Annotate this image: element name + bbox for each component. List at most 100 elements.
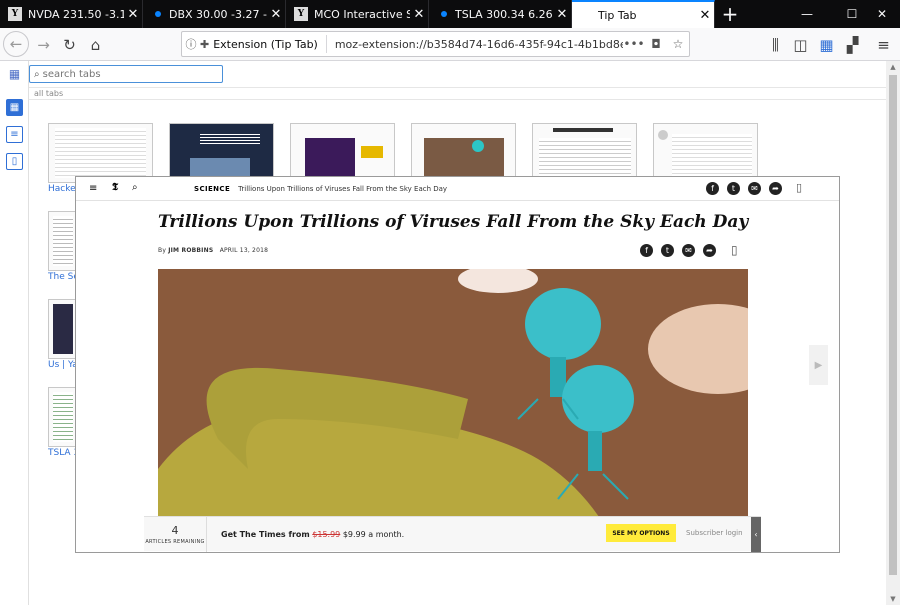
nyt-logo-icon[interactable]: 𝕿	[112, 182, 118, 193]
yahoo-favicon-icon: Y	[8, 7, 22, 21]
byline: By JIM ROBBINS APRIL 13, 2018	[158, 247, 268, 254]
scroll-down-icon[interactable]: ▼	[886, 593, 900, 605]
search-icon: ⌕	[34, 68, 40, 80]
tab-thumbnail[interactable]	[48, 123, 153, 183]
bookmark-star-icon[interactable]: ☆	[667, 37, 689, 51]
address-bar[interactable]: ⓘ ✚ Extension (Tip Tab) moz-extension://…	[181, 31, 690, 57]
close-window-button[interactable]: ✕	[864, 0, 900, 28]
home-button[interactable]: ⌂	[82, 31, 109, 58]
tab-tsla[interactable]: TSLA 300.34 6.26 2.13 ✕	[429, 0, 572, 28]
tab-thumbnail[interactable]	[411, 123, 516, 183]
tab-dbx[interactable]: DBX 30.00 -3.27 -9.83 ✕	[143, 0, 286, 28]
tab-preview[interactable]: ≡ 𝕿 ⌕ SCIENCE Trillions Upon Trillions o…	[75, 176, 840, 553]
save-icon[interactable]: ▯	[796, 181, 802, 194]
close-tab-icon[interactable]: ✕	[696, 8, 714, 23]
puzzle-icon: ✚	[200, 37, 210, 51]
forward-button[interactable]: →	[30, 31, 57, 58]
close-tab-icon[interactable]: ✕	[410, 7, 428, 22]
navigation-toolbar: ← → ↻ ⌂ ⓘ ✚ Extension (Tip Tab) moz-exte…	[0, 28, 900, 61]
search-input[interactable]	[42, 68, 213, 80]
article-date: APRIL 13, 2018	[219, 247, 269, 254]
close-tab-icon[interactable]: ✕	[124, 7, 142, 22]
pocket-icon[interactable]: ◘	[645, 37, 667, 51]
facebook-icon[interactable]: f	[706, 182, 719, 195]
minimize-button[interactable]: —	[789, 0, 825, 28]
twitter-icon[interactable]: t	[727, 182, 740, 195]
list-view-icon[interactable]: ≡	[6, 126, 23, 143]
tab-thumbnail[interactable]	[653, 123, 758, 183]
menu-icon[interactable]: ≡	[870, 31, 897, 58]
tab-nvda[interactable]: Y NVDA 231.50 -3.10 -1 ✕	[0, 0, 143, 28]
page-scrollbar[interactable]: ▲ ▼	[886, 61, 900, 605]
identity-box[interactable]: ✚ Extension (Tip Tab)	[200, 35, 327, 53]
loading-dot-icon	[441, 11, 447, 17]
share-icon[interactable]: ➦	[769, 182, 782, 195]
loading-dot-icon	[155, 11, 161, 17]
next-article-arrow-icon[interactable]: ▶	[809, 345, 828, 385]
see-my-options-button[interactable]: SEE MY OPTIONS	[606, 524, 676, 542]
new-price: $9.99 a month.	[342, 529, 405, 539]
tiptab-favicon-icon	[580, 9, 592, 21]
tab-thumbnail[interactable]	[532, 123, 637, 183]
new-tab-button[interactable]: +	[715, 0, 745, 28]
breadcrumb: all tabs	[29, 87, 886, 100]
thumbnail-label[interactable]: Us | Yah	[48, 360, 78, 370]
tab-title: NVDA 231.50 -3.10 -1	[28, 7, 124, 21]
search-icon[interactable]: ⌕	[132, 182, 138, 193]
close-tab-icon[interactable]: ✕	[553, 7, 571, 22]
articles-label: ARTICLES REMAINING	[145, 538, 205, 545]
share-icon[interactable]: ➦	[703, 244, 716, 257]
tab-title: Tip Tab	[598, 8, 637, 22]
reload-button[interactable]: ↻	[56, 31, 83, 58]
thumbnail-label[interactable]: Hacker	[48, 184, 78, 194]
subscription-offer: Get The Times from $15.99 $9.99 a month.	[221, 530, 404, 539]
articles-count: 4	[171, 523, 179, 537]
scrollbar-thumb[interactable]	[889, 75, 897, 575]
thumbnail-label[interactable]: TSLA 30	[48, 448, 78, 458]
header-headline: Trillions Upon Trillions of Viruses Fall…	[238, 184, 448, 193]
tab-thumbnail[interactable]	[169, 123, 274, 183]
subscriber-login-link[interactable]: Subscriber login	[686, 529, 743, 537]
library-icon[interactable]: ⫼	[762, 31, 789, 58]
sidebar-toggle-icon[interactable]: ◫	[787, 31, 814, 58]
tab-thumbnail[interactable]	[290, 123, 395, 183]
grid-view-icon[interactable]: ▦	[6, 99, 23, 116]
yahoo-favicon-icon: Y	[294, 7, 308, 21]
tab-thumbnail[interactable]	[48, 387, 78, 447]
page-actions-icon[interactable]: •••	[623, 37, 645, 51]
email-icon[interactable]: ✉	[682, 244, 695, 257]
url-text[interactable]: moz-extension://b3584d74-16d6-435f-94c1-…	[327, 38, 623, 51]
extensions-icon[interactable]: ▞	[839, 31, 866, 58]
collapse-chevron-icon[interactable]: ‹	[751, 517, 761, 552]
identity-label: Extension (Tip Tab)	[213, 37, 318, 51]
tiptab-logo-icon: ▦	[8, 66, 21, 81]
tab-thumbnail[interactable]	[48, 299, 78, 359]
search-box[interactable]: ⌕	[29, 65, 223, 83]
thumbnail-label[interactable]: The Sec	[48, 272, 78, 282]
article-headline: Trillions Upon Trillions of Viruses Fall…	[158, 212, 749, 232]
tab-title: TSLA 300.34 6.26 2.13	[455, 7, 553, 21]
menu-icon[interactable]: ≡	[89, 183, 97, 194]
nyt-header: ≡ 𝕿 ⌕ SCIENCE Trillions Upon Trillions o…	[76, 177, 839, 201]
tab-thumbnail[interactable]	[48, 211, 78, 271]
articles-remaining: 4 ARTICLES REMAINING	[144, 516, 207, 552]
back-button[interactable]: ←	[3, 31, 29, 57]
tab-tip-tab[interactable]: Tip Tab ✕	[572, 0, 715, 28]
bookmarks-view-icon[interactable]: ▯	[6, 153, 23, 170]
tab-title: MCO Interactive Stock	[314, 7, 410, 21]
author-name[interactable]: JIM ROBBINS	[168, 247, 213, 254]
old-price: $15.99	[312, 529, 341, 539]
close-tab-icon[interactable]: ✕	[267, 7, 285, 22]
scroll-up-icon[interactable]: ▲	[886, 61, 900, 73]
tab-mco[interactable]: Y MCO Interactive Stock ✕	[286, 0, 429, 28]
facebook-icon[interactable]: f	[640, 244, 653, 257]
virus-microscope-image	[158, 269, 748, 551]
email-icon[interactable]: ✉	[748, 182, 761, 195]
info-icon[interactable]: ⓘ	[182, 36, 200, 52]
section-label[interactable]: SCIENCE	[194, 185, 230, 193]
twitter-icon[interactable]: t	[661, 244, 674, 257]
tiptab-toolbar-icon[interactable]: ▦	[813, 31, 840, 58]
save-icon[interactable]: ▯	[731, 243, 738, 257]
byline-prefix: By	[158, 247, 167, 254]
virus-photo	[158, 269, 748, 551]
